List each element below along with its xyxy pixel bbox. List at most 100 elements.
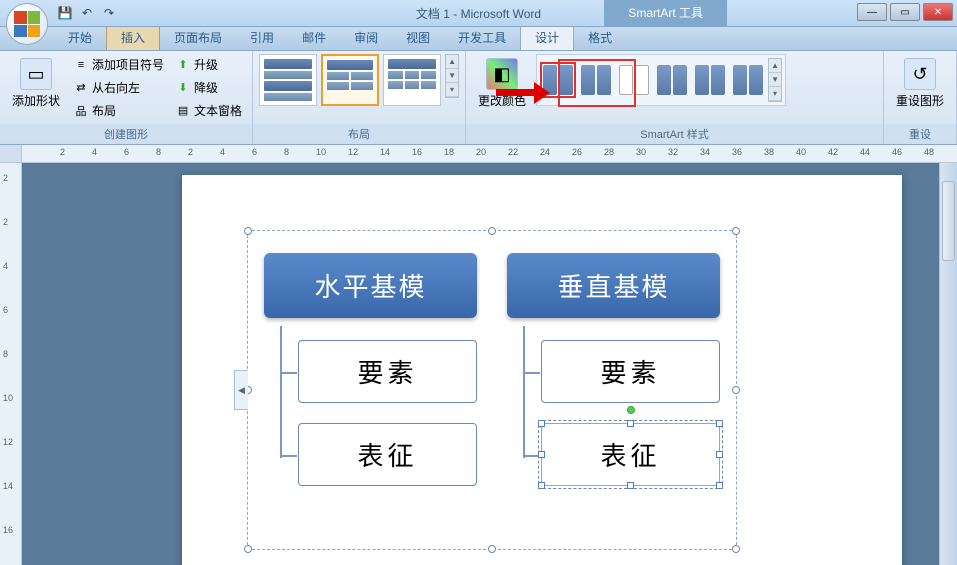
reset-graphic-button[interactable]: ↺ 重设图形 bbox=[890, 54, 950, 113]
smartart-column-1: 水平基模 要素 表征 bbox=[264, 253, 477, 527]
smartart-column-2: 垂直基模 要素 表征 bbox=[507, 253, 720, 527]
smartart-node-1-1[interactable]: 要素 bbox=[298, 340, 477, 403]
reset-icon: ↺ bbox=[904, 58, 936, 90]
scrollbar-thumb[interactable] bbox=[942, 181, 955, 261]
tab-view[interactable]: 视图 bbox=[392, 25, 444, 50]
group-label-reset: 重设 bbox=[884, 124, 956, 144]
workspace: 2246810121416 ◀ 水平基模 要素 表征 bbox=[0, 163, 957, 565]
style-option-5[interactable] bbox=[692, 62, 728, 98]
resize-handle-b[interactable] bbox=[488, 545, 496, 553]
sel-handle[interactable] bbox=[538, 451, 545, 458]
maximize-button[interactable]: ▭ bbox=[890, 3, 920, 21]
scroll-down-icon[interactable]: ▼ bbox=[769, 73, 781, 87]
style-option-6[interactable] bbox=[730, 62, 766, 98]
ribbon-tabs: 开始 插入 页面布局 引用 邮件 审阅 视图 开发工具 设计 格式 bbox=[0, 27, 957, 51]
window-title: 文档 1 - Microsoft Word bbox=[416, 5, 541, 22]
minimize-button[interactable]: — bbox=[857, 3, 887, 21]
resize-handle-t[interactable] bbox=[488, 227, 496, 235]
text-pane-toggle[interactable]: ◀ bbox=[234, 370, 248, 410]
style-option-2[interactable] bbox=[578, 62, 614, 98]
tab-references[interactable]: 引用 bbox=[236, 25, 288, 50]
smartart-node-2-1[interactable]: 要素 bbox=[541, 340, 720, 403]
resize-handle-br[interactable] bbox=[732, 545, 740, 553]
rtl-button[interactable]: ⇄从右向左 bbox=[70, 77, 168, 98]
scroll-down-icon[interactable]: ▼ bbox=[446, 69, 458, 83]
save-icon[interactable]: 💾 bbox=[56, 4, 74, 22]
layout-gallery-scroll[interactable]: ▲▼▾ bbox=[445, 54, 459, 98]
add-bullet-button[interactable]: ≡添加项目符号 bbox=[70, 54, 168, 75]
tab-mailings[interactable]: 邮件 bbox=[288, 25, 340, 50]
smartart-frame[interactable]: ◀ 水平基模 要素 表征 垂直基模 要素 表 bbox=[247, 230, 737, 550]
text-pane-button[interactable]: ▤文本窗格 bbox=[172, 100, 246, 121]
close-button[interactable]: ✕ bbox=[923, 3, 953, 21]
layout-icon: 品 bbox=[74, 104, 88, 118]
smartart-node-top-1[interactable]: 水平基模 bbox=[264, 253, 477, 318]
add-shape-icon: ▭ bbox=[20, 58, 52, 90]
tab-page-layout[interactable]: 页面布局 bbox=[160, 25, 236, 50]
contextual-tab-title: SmartArt 工具 bbox=[604, 0, 727, 27]
ruler-corner bbox=[0, 145, 22, 163]
horizontal-ruler[interactable]: 2468246810121416182022242628303234363840… bbox=[0, 145, 957, 163]
rotate-handle[interactable] bbox=[627, 406, 635, 414]
add-shape-label: 添加形状 bbox=[12, 92, 60, 109]
scroll-up-icon[interactable]: ▲ bbox=[446, 55, 458, 69]
tab-insert[interactable]: 插入 bbox=[106, 24, 160, 50]
group-reset: ↺ 重设图形 重设 bbox=[884, 51, 957, 144]
vertical-ruler[interactable]: 2246810121416 bbox=[0, 163, 22, 565]
promote-icon: ⬆ bbox=[176, 58, 190, 72]
style-option-3[interactable] bbox=[616, 62, 652, 98]
window-controls: — ▭ ✕ bbox=[857, 3, 953, 21]
office-button[interactable] bbox=[6, 3, 48, 45]
sel-handle[interactable] bbox=[538, 420, 545, 427]
demote-button[interactable]: ⬇降级 bbox=[172, 77, 246, 98]
style-gallery: ▲▼▾ bbox=[536, 54, 786, 106]
scroll-up-icon[interactable]: ▲ bbox=[769, 59, 781, 73]
group-layouts: ▲▼▾ 布局 bbox=[253, 51, 466, 144]
sel-handle[interactable] bbox=[716, 482, 723, 489]
rtl-icon: ⇄ bbox=[74, 81, 88, 95]
smartart-node-2-2[interactable]: 表征 bbox=[541, 423, 720, 486]
resize-handle-bl[interactable] bbox=[244, 545, 252, 553]
redo-icon[interactable]: ↷ bbox=[100, 4, 118, 22]
demote-icon: ⬇ bbox=[176, 81, 190, 95]
vertical-scrollbar[interactable] bbox=[939, 163, 957, 565]
sel-handle[interactable] bbox=[538, 482, 545, 489]
document-canvas[interactable]: ◀ 水平基模 要素 表征 垂直基模 要素 表 bbox=[22, 163, 939, 565]
group-label-styles: SmartArt 样式 bbox=[466, 124, 883, 144]
promote-button[interactable]: ⬆升级 bbox=[172, 54, 246, 75]
ribbon: ▭ 添加形状 ≡添加项目符号 ⇄从右向左 品布局 ⬆升级 ⬇降级 ▤文本窗格 创… bbox=[0, 51, 957, 145]
tab-design[interactable]: 设计 bbox=[520, 24, 574, 50]
resize-handle-tl[interactable] bbox=[244, 227, 252, 235]
reset-label: 重设图形 bbox=[896, 92, 944, 109]
resize-handle-r[interactable] bbox=[732, 386, 740, 394]
tab-developer[interactable]: 开发工具 bbox=[444, 25, 520, 50]
smartart-graphic: 水平基模 要素 表征 垂直基模 要素 表征 bbox=[248, 231, 736, 549]
text-pane-icon: ▤ bbox=[176, 104, 190, 118]
group-label-create: 创建图形 bbox=[0, 124, 252, 144]
group-create-graphic: ▭ 添加形状 ≡添加项目符号 ⇄从右向左 品布局 ⬆升级 ⬇降级 ▤文本窗格 创… bbox=[0, 51, 253, 144]
tab-review[interactable]: 审阅 bbox=[340, 25, 392, 50]
resize-handle-tr[interactable] bbox=[732, 227, 740, 235]
smartart-node-1-2[interactable]: 表征 bbox=[298, 423, 477, 486]
undo-icon[interactable]: ↶ bbox=[78, 4, 96, 22]
sel-handle[interactable] bbox=[716, 451, 723, 458]
sel-handle[interactable] bbox=[627, 420, 634, 427]
scroll-more-icon[interactable]: ▾ bbox=[446, 83, 458, 97]
layout-option-2[interactable] bbox=[321, 54, 379, 106]
title-bar: 💾 ↶ ↷ 文档 1 - Microsoft Word SmartArt 工具 … bbox=[0, 0, 957, 27]
layout-button[interactable]: 品布局 bbox=[70, 100, 168, 121]
scroll-more-icon[interactable]: ▾ bbox=[769, 87, 781, 101]
style-option-4[interactable] bbox=[654, 62, 690, 98]
page: ◀ 水平基模 要素 表征 垂直基模 要素 表 bbox=[182, 175, 902, 565]
smartart-node-top-2[interactable]: 垂直基模 bbox=[507, 253, 720, 318]
sel-handle[interactable] bbox=[627, 482, 634, 489]
quick-access-toolbar: 💾 ↶ ↷ bbox=[56, 4, 118, 22]
layout-option-1[interactable] bbox=[259, 54, 317, 106]
tab-home[interactable]: 开始 bbox=[54, 25, 106, 50]
layout-option-3[interactable] bbox=[383, 54, 441, 106]
tab-format[interactable]: 格式 bbox=[574, 25, 626, 50]
style-gallery-scroll[interactable]: ▲▼▾ bbox=[768, 58, 782, 102]
add-shape-button[interactable]: ▭ 添加形状 bbox=[6, 54, 66, 113]
sel-handle[interactable] bbox=[716, 420, 723, 427]
group-label-layouts: 布局 bbox=[253, 124, 465, 144]
